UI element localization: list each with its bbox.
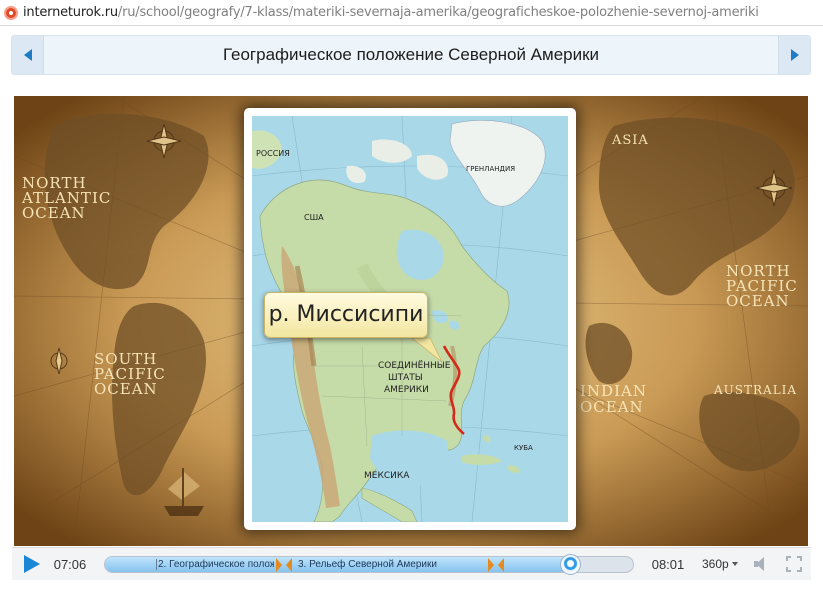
chevron-down-icon <box>731 562 738 566</box>
lesson-title-bar: Географическое положение Северной Америк… <box>11 35 811 75</box>
url-domain: interneturok.ru <box>23 5 118 20</box>
quality-selector[interactable]: 360р <box>702 557 738 571</box>
next-lesson-button[interactable] <box>778 36 810 74</box>
chapter-label-3[interactable]: 3. Рельеф Северной Америки <box>298 557 478 572</box>
play-button[interactable] <box>20 553 42 575</box>
url-text[interactable]: interneturok.ru/ru/school/geografy/7-kla… <box>23 5 759 20</box>
chapter-label-2[interactable]: 2. Географическое положени <box>158 557 274 572</box>
address-bar[interactable]: interneturok.ru/ru/school/geografy/7-kla… <box>0 0 823 26</box>
progress-bar[interactable]: 2. Географическое положени 3. Рельеф Сев… <box>104 553 634 575</box>
map-label-greenland: ГРЕНЛАНДИЯ <box>466 165 515 173</box>
url-path: /ru/school/geografy/7-klass/materiki-sev… <box>117 5 759 20</box>
arrow-right-icon <box>790 49 799 61</box>
chapter-marker-right-icon[interactable] <box>276 557 282 572</box>
indian-ocean-label-2: OCEAN <box>580 398 644 416</box>
progress-knob[interactable] <box>560 553 581 575</box>
mississippi-callout: р. Миссисипи <box>264 292 428 338</box>
fullscreen-icon[interactable] <box>785 556 802 572</box>
arrow-left-icon <box>23 49 32 61</box>
site-favicon-icon <box>4 5 18 20</box>
previous-lesson-button[interactable] <box>12 36 44 74</box>
current-time: 07:06 <box>53 556 87 572</box>
north-atlantic-label-3: OCEAN <box>22 204 86 222</box>
map-label-russia: РОССИЯ <box>256 149 290 158</box>
chapter-marker-right-icon[interactable] <box>488 557 494 572</box>
map-label-mexico: МЕКСИКА <box>364 471 410 481</box>
south-pacific-label-3: OCEAN <box>94 380 158 398</box>
north-pacific-label-3: OCEAN <box>726 292 790 310</box>
asia-label: ASIA <box>611 133 649 148</box>
map-label-united-2: ШТАТЫ <box>388 373 423 383</box>
total-time: 08:01 <box>651 556 685 572</box>
lesson-title: Географическое положение Северной Америк… <box>222 45 600 64</box>
chapter-separator <box>156 558 157 570</box>
map-label-cuba: КУБА <box>514 444 533 452</box>
map-label-united-3: АМЕРИКИ <box>384 385 429 395</box>
video-frame[interactable]: NORTH ATLANTIC OCEAN SOUTH PACIFIC OCEAN… <box>14 96 808 546</box>
player-controls: 07:06 2. Географическое положени 3. Рель… <box>12 547 811 580</box>
map-label-usa: США <box>304 213 324 222</box>
volume-icon[interactable] <box>752 555 770 573</box>
map-label-united-1: СОЕДИНЁННЫЕ <box>378 360 451 371</box>
chapter-marker-left-icon[interactable] <box>498 557 504 572</box>
chapter-marker-left-icon[interactable] <box>286 557 292 572</box>
quality-value: 360р <box>702 557 729 571</box>
australia-label: AUSTRALIA <box>713 383 797 397</box>
north-america-map: РОССИЯ США ГРЕНЛАНДИЯ СОЕДИНЁННЫЕ ШТАТЫ … <box>252 116 568 522</box>
map-card: РОССИЯ США ГРЕНЛАНДИЯ СОЕДИНЁННЫЕ ШТАТЫ … <box>244 108 576 530</box>
